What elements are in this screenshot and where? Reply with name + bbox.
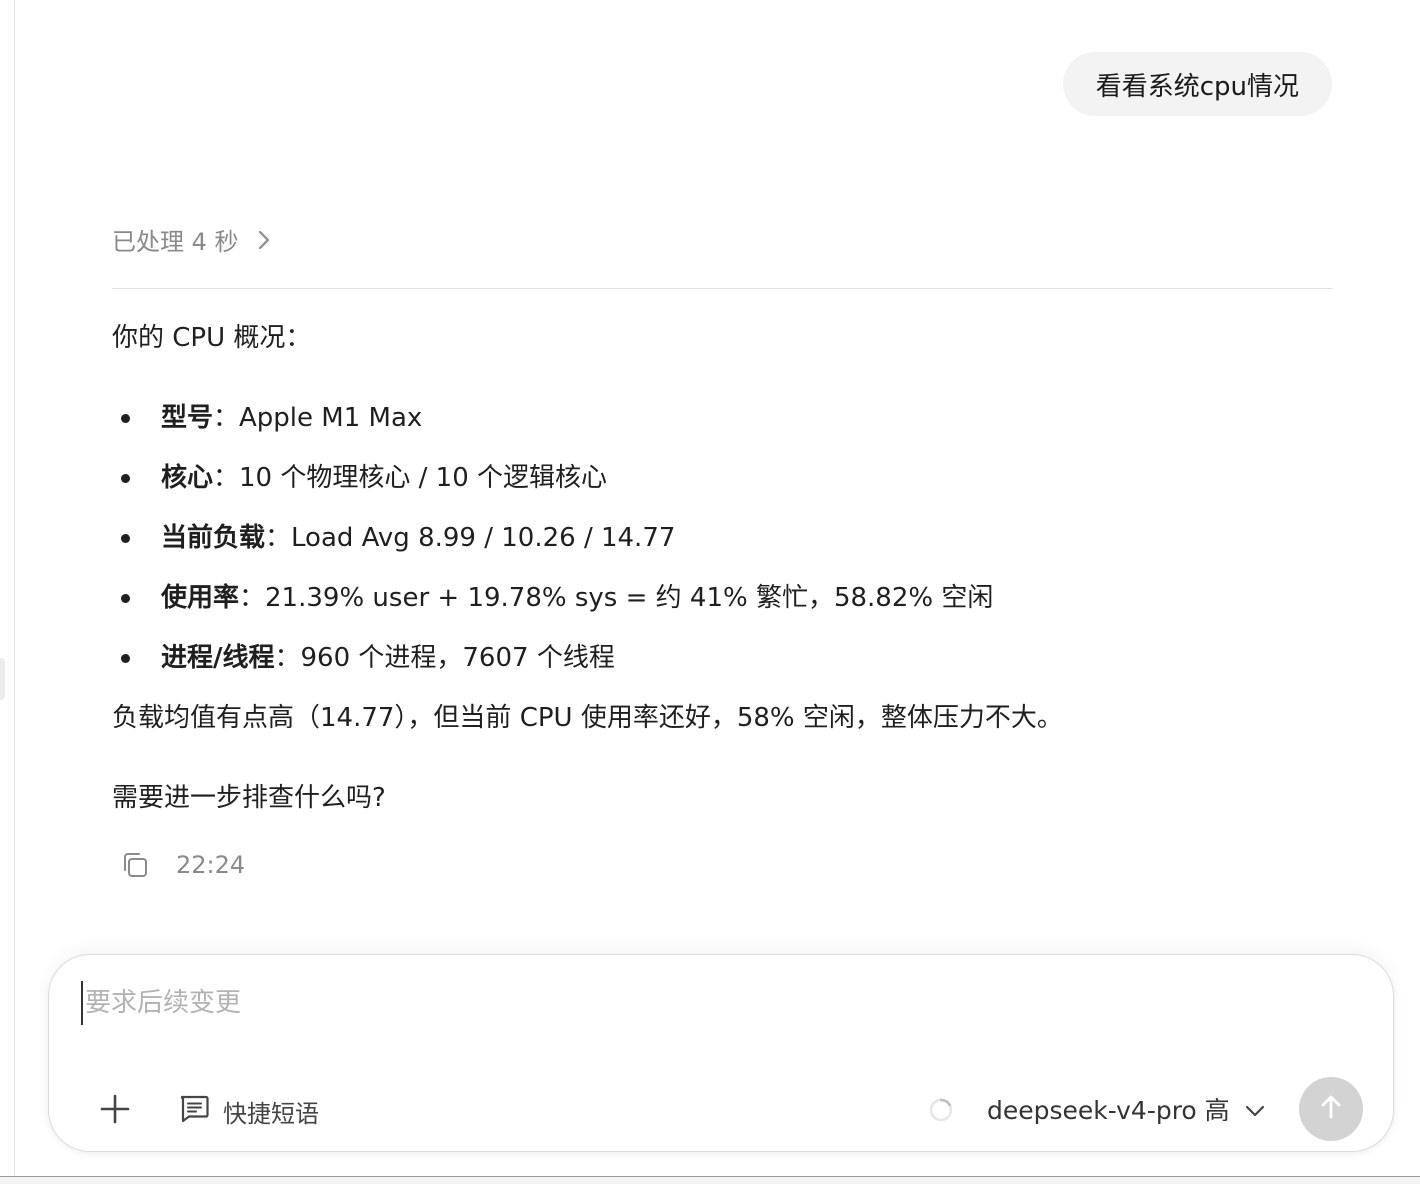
chat-page: 看看系统cpu情况 已处理 4 秒 你的 CPU 概况： 型号：Apple M1…	[0, 0, 1420, 1184]
sidebar-border	[14, 0, 15, 1176]
list-item-label: 进程/线程	[161, 643, 275, 673]
arrow-up-icon	[1316, 1092, 1346, 1126]
response-summary: 负载均值有点高（14.77），但当前 CPU 使用率还好，58% 空闲，整体压力…	[112, 703, 1063, 733]
send-button[interactable]	[1299, 1077, 1363, 1141]
message-meta: 22:24	[120, 850, 245, 880]
list-item-value: ：960 个进程，7607 个线程	[274, 643, 615, 673]
list-item-label: 核心	[161, 463, 214, 493]
response-intro: 你的 CPU 概况：	[112, 323, 312, 353]
window-bottom-bar	[0, 1176, 1420, 1184]
list-item: 当前负载：Load Avg 8.99 / 10.26 / 14.77	[112, 518, 1332, 558]
composer: 快捷短语 deepseek-v4-pro 高	[48, 954, 1394, 1152]
cpu-info-list: 型号：Apple M1 Max 核心：10 个物理核心 / 10 个逻辑核心 当…	[112, 398, 1332, 678]
list-item-label: 使用率	[161, 583, 240, 613]
message-timestamp: 22:24	[176, 851, 246, 879]
list-item: 使用率：21.39% user + 19.78% sys = 约 41% 繁忙，…	[112, 578, 1332, 618]
user-message-text: 看看系统cpu情况	[1095, 71, 1299, 102]
section-divider	[112, 288, 1332, 289]
processed-toggle[interactable]: 已处理 4 秒	[112, 222, 271, 257]
follow-up-input[interactable]	[81, 981, 1345, 1025]
list-item-label: 当前负载	[161, 523, 266, 553]
list-item: 进程/线程：960 个进程，7607 个线程	[112, 638, 1332, 678]
assistant-response: 你的 CPU 概况： 型号：Apple M1 Max 核心：10 个物理核心 /…	[112, 318, 1332, 818]
response-question: 需要进一步排查什么吗?	[112, 783, 386, 813]
plus-icon[interactable]	[97, 1091, 133, 1127]
list-item-value: ：Load Avg 8.99 / 10.26 / 14.77	[265, 523, 676, 553]
model-selector[interactable]: deepseek-v4-pro 高	[987, 1091, 1266, 1127]
message-square-icon	[177, 1091, 211, 1131]
copy-icon[interactable]	[120, 850, 150, 880]
list-item-value: ：10 个物理核心 / 10 个逻辑核心	[213, 463, 608, 493]
list-item-value: ：21.39% user + 19.78% sys = 约 41% 繁忙，58.…	[239, 583, 994, 613]
loading-spinner-icon	[929, 1098, 953, 1122]
list-item-value: ：Apple M1 Max	[213, 403, 423, 433]
list-item: 型号：Apple M1 Max	[112, 398, 1332, 438]
user-message-bubble: 看看系统cpu情况	[1062, 52, 1332, 116]
chevron-down-icon	[1244, 1095, 1266, 1124]
chevron-right-icon	[257, 229, 271, 251]
quick-phrases-label: 快捷短语	[223, 1099, 319, 1128]
model-label: deepseek-v4-pro 高	[987, 1096, 1230, 1125]
list-item-label: 型号	[161, 403, 214, 433]
quick-phrases-button[interactable]: 快捷短语	[177, 1091, 319, 1131]
sidebar-resize-handle[interactable]	[0, 658, 5, 700]
processed-label: 已处理 4 秒	[112, 228, 239, 256]
list-item: 核心：10 个物理核心 / 10 个逻辑核心	[112, 458, 1332, 498]
